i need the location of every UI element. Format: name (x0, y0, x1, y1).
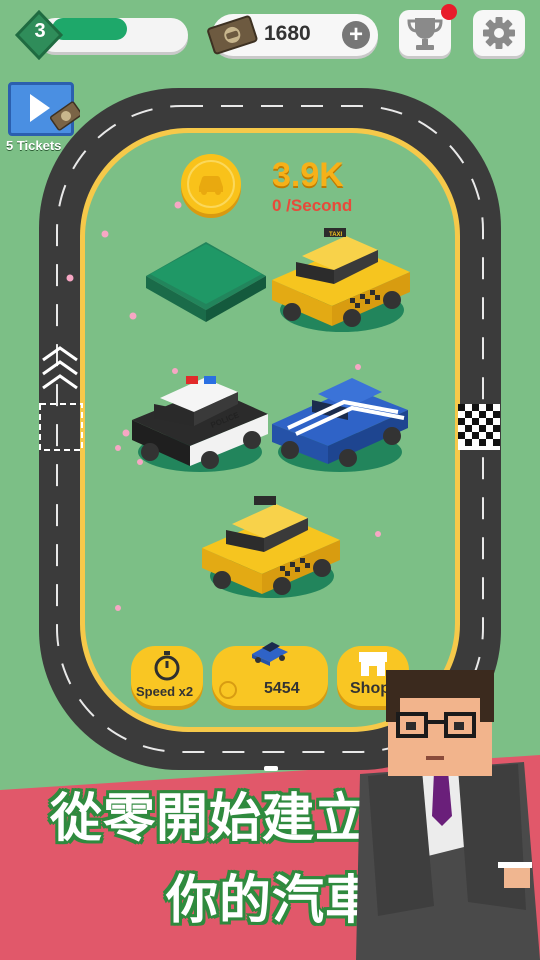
businessman-character (356, 670, 540, 960)
banner-headline: 從零開始建立 (50, 790, 369, 848)
buy-car-cost: 5454 (264, 680, 300, 697)
car-police: POLICE (132, 376, 268, 472)
car-blue-muscle (272, 378, 408, 472)
buy-car-button[interactable]: 5454 (212, 642, 328, 706)
car-taxi-bottom (202, 496, 340, 598)
empty-parking-slot (146, 242, 266, 322)
speed-boost-button[interactable]: Speed x2 (131, 646, 203, 706)
car-taxi-top: TAXI (272, 228, 410, 332)
stopwatch-icon (154, 651, 180, 681)
coin-icon (219, 681, 237, 699)
buy-car-icon (252, 642, 288, 666)
speed-boost-label: Speed x2 (136, 684, 194, 699)
taxi-sign: TAXI (329, 232, 343, 238)
